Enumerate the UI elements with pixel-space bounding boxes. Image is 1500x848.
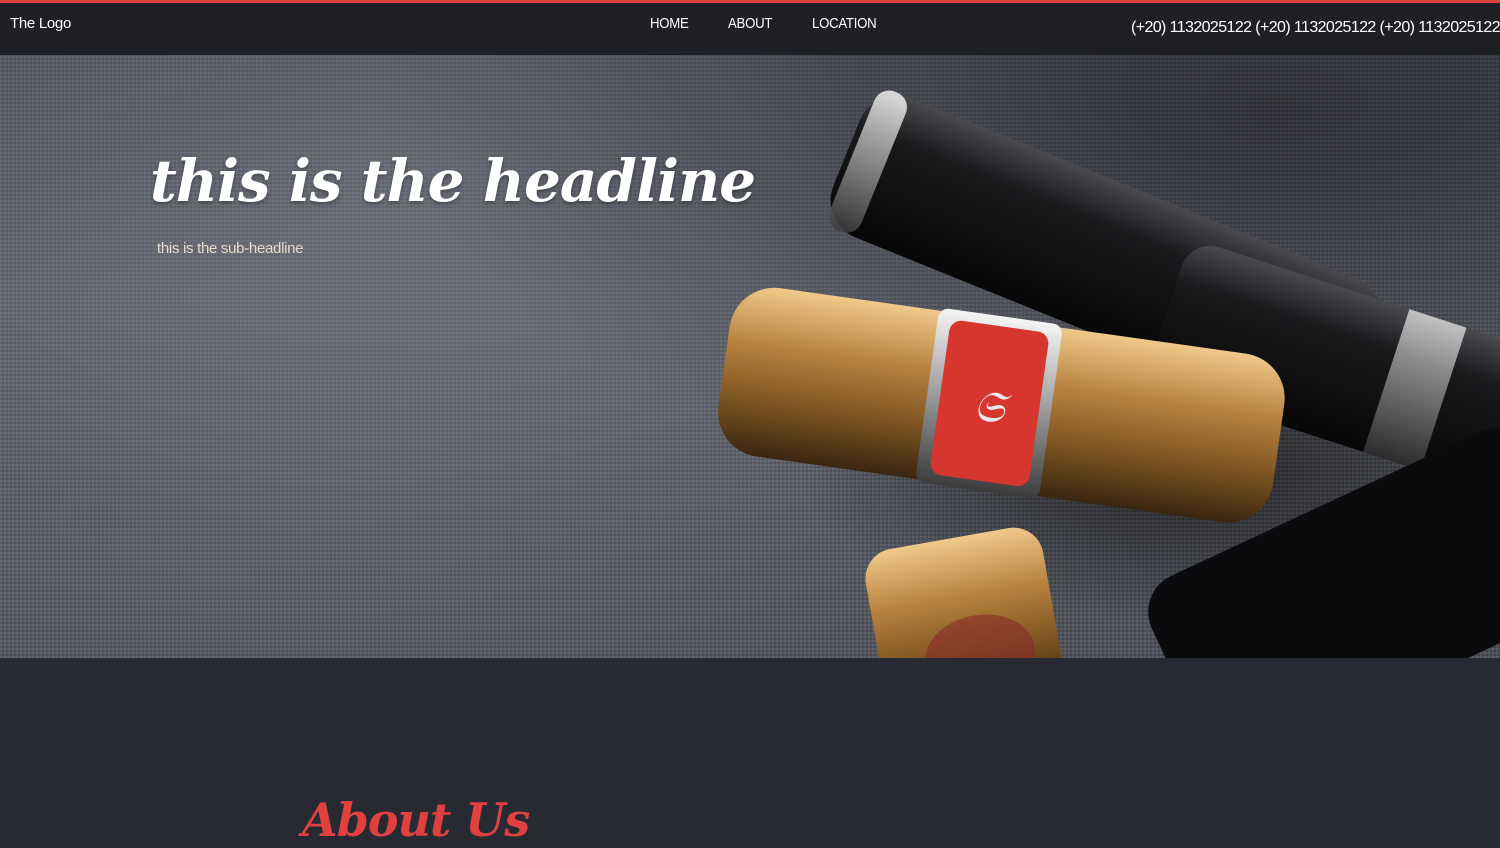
hero-subheadline: this is the sub-headline xyxy=(157,240,304,257)
nav-link-location[interactable]: LOCATION xyxy=(812,15,877,32)
about-title: About Us xyxy=(302,793,530,847)
nav-link-about[interactable]: ABOUT xyxy=(728,15,772,32)
nav-link-home[interactable]: HOME xyxy=(650,15,689,32)
navbar: The Logo HOME ABOUT LOCATION (+20) 11320… xyxy=(0,3,1500,55)
site-logo[interactable]: The Logo xyxy=(10,15,71,32)
main-nav: HOME ABOUT LOCATION xyxy=(650,15,885,32)
phone-numbers: (+20) 1132025122 (+20) 1132025122 (+20) … xyxy=(1130,19,1500,36)
about-section: About Us xyxy=(0,658,1500,848)
hero-banner: 𝔖 this is the headline this is the sub-h… xyxy=(0,55,1500,658)
hero-headline: this is the headline xyxy=(150,147,756,215)
lipsticks-image: 𝔖 xyxy=(718,90,1500,658)
